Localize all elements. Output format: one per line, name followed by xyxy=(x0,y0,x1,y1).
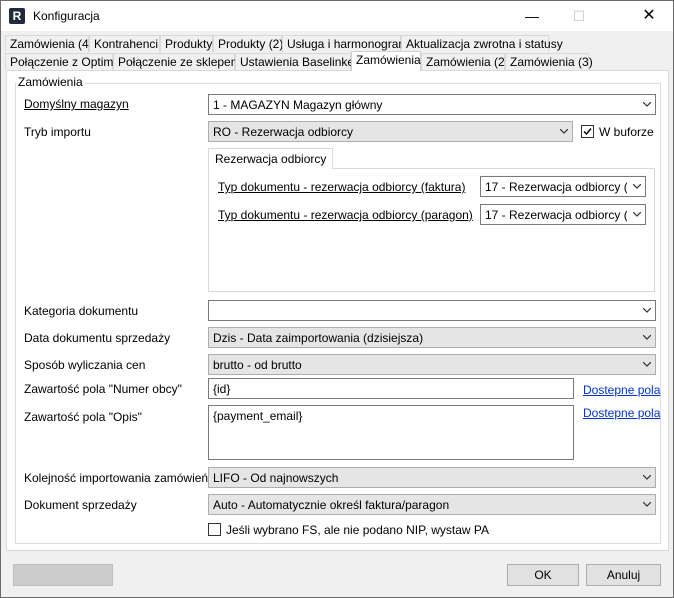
maximize-icon[interactable]: ☐ xyxy=(556,1,602,31)
kategoria-select[interactable] xyxy=(208,300,656,321)
checkmark-icon xyxy=(583,128,592,136)
ceny-value: brutto - od brutto xyxy=(213,358,302,372)
tab-zamowienia-2[interactable]: Zamówienia (2) xyxy=(421,53,509,70)
opis-label: Zawartość pola "Opis" xyxy=(24,410,142,424)
minimize-icon[interactable]: — xyxy=(509,1,555,31)
tab-produkty-2[interactable]: Produkty (2) xyxy=(213,35,283,52)
tab-kontrahenci[interactable]: Kontrahenci xyxy=(89,35,160,52)
tab-zamowienia-4[interactable]: Zamówienia (4) xyxy=(5,35,93,52)
ceny-select[interactable]: brutto - od brutto xyxy=(208,354,656,375)
chevron-down-icon xyxy=(643,475,651,480)
cancel-button[interactable]: Anuluj xyxy=(586,564,661,586)
magazyn-value: 1 - MAGAZYN Magazyn główny xyxy=(213,98,383,112)
paragon-value: 17 - Rezerwacja odbiorcy (RO xyxy=(485,208,627,222)
kolejnosc-label: Kolejność importowania zamówień xyxy=(24,471,209,485)
tab-rezerwacja-odbiorcy[interactable]: Rezerwacja odbiorcy xyxy=(208,148,334,169)
group-title: Zamówienia xyxy=(16,75,85,89)
paragon-select[interactable]: 17 - Rezerwacja odbiorcy (RO xyxy=(480,204,646,225)
close-icon[interactable]: ✕ xyxy=(626,1,672,31)
chevron-down-icon xyxy=(643,335,651,340)
config-window: R Konfiguracja — ☐ ✕ Zamówienia (4) Kont… xyxy=(0,0,674,598)
opis-textarea[interactable]: {payment_email} xyxy=(208,405,574,460)
magazyn-select[interactable]: 1 - MAGAZYN Magazyn główny xyxy=(208,94,656,115)
tab-zamowienia-3[interactable]: Zamówienia (3) xyxy=(505,53,593,70)
faktura-value: 17 - Rezerwacja odbiorcy (RO xyxy=(485,180,627,194)
app-logo-icon: R xyxy=(9,8,25,24)
kolejnosc-value: LIFO - Od najnowszych xyxy=(213,471,339,485)
numer-label: Zawartość pola "Numer obcy" xyxy=(24,382,182,396)
numer-input[interactable]: {id} xyxy=(208,378,574,399)
ok-button[interactable]: OK xyxy=(507,564,579,586)
bufor-label: W buforze xyxy=(599,125,654,139)
title-bar: R Konfiguracja — ☐ ✕ xyxy=(1,1,673,31)
chevron-down-icon xyxy=(643,362,651,367)
dokument-label: Dokument sprzedaży xyxy=(24,498,137,512)
tab-polaczenie-optima[interactable]: Połączenie z Optima xyxy=(5,53,120,70)
tab-zamowienia[interactable]: Zamówienia xyxy=(351,51,421,71)
bufor-checkbox[interactable] xyxy=(581,125,594,138)
data-value: Dzis - Data zaimportowania (dzisiejsza) xyxy=(213,331,424,345)
tab-ustawienia-baselinker[interactable]: Ustawienia Baselinker xyxy=(235,53,358,70)
kolejnosc-select[interactable]: LIFO - Od najnowszych xyxy=(208,467,656,488)
chevron-down-icon xyxy=(633,212,641,217)
tryb-value: RO - Rezerwacja odbiorcy xyxy=(213,125,354,139)
data-label: Data dokumentu sprzedaży xyxy=(24,331,171,345)
tab-aktualizacja-zwrotna[interactable]: Aktualizacja zwrotna i statusy xyxy=(401,35,563,52)
chevron-down-icon xyxy=(643,308,651,313)
magazyn-label: Domyślny magazyn xyxy=(24,97,129,111)
numer-fields-link[interactable]: Dostepne pola xyxy=(583,383,660,397)
data-select[interactable]: Dzis - Data zaimportowania (dzisiejsza) xyxy=(208,327,656,348)
tab-polaczenie-sklep[interactable]: Połączenie ze sklepem xyxy=(113,53,241,70)
tryb-select[interactable]: RO - Rezerwacja odbiorcy xyxy=(208,121,573,142)
ceny-label: Sposób wyliczania cen xyxy=(24,358,146,372)
chevron-down-icon xyxy=(643,502,651,507)
dokument-select[interactable]: Auto - Automatycznie określ faktura/para… xyxy=(208,494,656,515)
chevron-down-icon xyxy=(560,129,568,134)
tab-usluga-harmonogram[interactable]: Usługa i harmonogram xyxy=(282,35,408,52)
faktura-select[interactable]: 17 - Rezerwacja odbiorcy (RO xyxy=(480,176,646,197)
opis-fields-link[interactable]: Dostepne pola xyxy=(583,406,660,420)
tryb-label: Tryb importu xyxy=(24,125,91,139)
fs-checkbox[interactable] xyxy=(208,523,221,536)
faktura-label: Typ dokumentu - rezerwacja odbiorcy (fak… xyxy=(218,180,466,194)
chevron-down-icon xyxy=(633,184,641,189)
chevron-down-icon xyxy=(643,102,651,107)
dokument-value: Auto - Automatycznie określ faktura/para… xyxy=(213,498,450,512)
kategoria-label: Kategoria dokumentu xyxy=(24,304,139,318)
blank-button[interactable] xyxy=(13,564,113,586)
window-title: Konfiguracja xyxy=(33,9,100,23)
tab-produkty[interactable]: Produkty xyxy=(160,35,213,52)
paragon-label: Typ dokumentu - rezerwacja odbiorcy (par… xyxy=(218,208,473,222)
fs-label: Jeśli wybrano FS, ale nie podano NIP, wy… xyxy=(226,523,490,537)
